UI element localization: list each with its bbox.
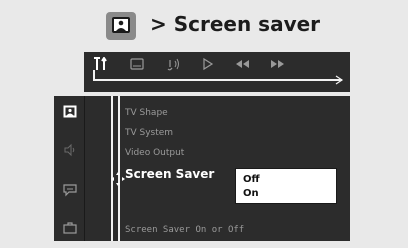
navigation-arrows-icon — [111, 172, 125, 186]
top-tab-bar — [84, 52, 350, 92]
menu-item-screen-saver[interactable]: Screen Saver — [125, 167, 214, 181]
screen-icon — [106, 12, 136, 40]
menu-item-tv-system[interactable]: TV System — [125, 128, 173, 138]
option-on[interactable]: On — [243, 188, 259, 199]
divider-line — [111, 96, 113, 241]
setup-sidebar — [54, 96, 84, 241]
speaker-icon[interactable] — [63, 142, 77, 157]
page-header: > Screen saver — [0, 8, 408, 44]
briefcase-icon[interactable] — [63, 220, 77, 234]
screen-saver-options[interactable]: Off On — [235, 168, 337, 204]
screen-icon[interactable] — [63, 104, 77, 118]
page-title: > Screen saver — [150, 12, 321, 36]
tab-bar-connector — [93, 70, 344, 85]
settings-panel: TV Shape TV System Video Output Screen S… — [84, 96, 350, 241]
option-off[interactable]: Off — [243, 174, 260, 185]
menu-item-tv-shape[interactable]: TV Shape — [125, 108, 168, 118]
speech-icon[interactable] — [63, 182, 77, 197]
menu-item-video-output[interactable]: Video Output — [125, 148, 184, 158]
divider-line — [118, 96, 120, 241]
help-text: Screen Saver On or Off — [125, 225, 245, 235]
